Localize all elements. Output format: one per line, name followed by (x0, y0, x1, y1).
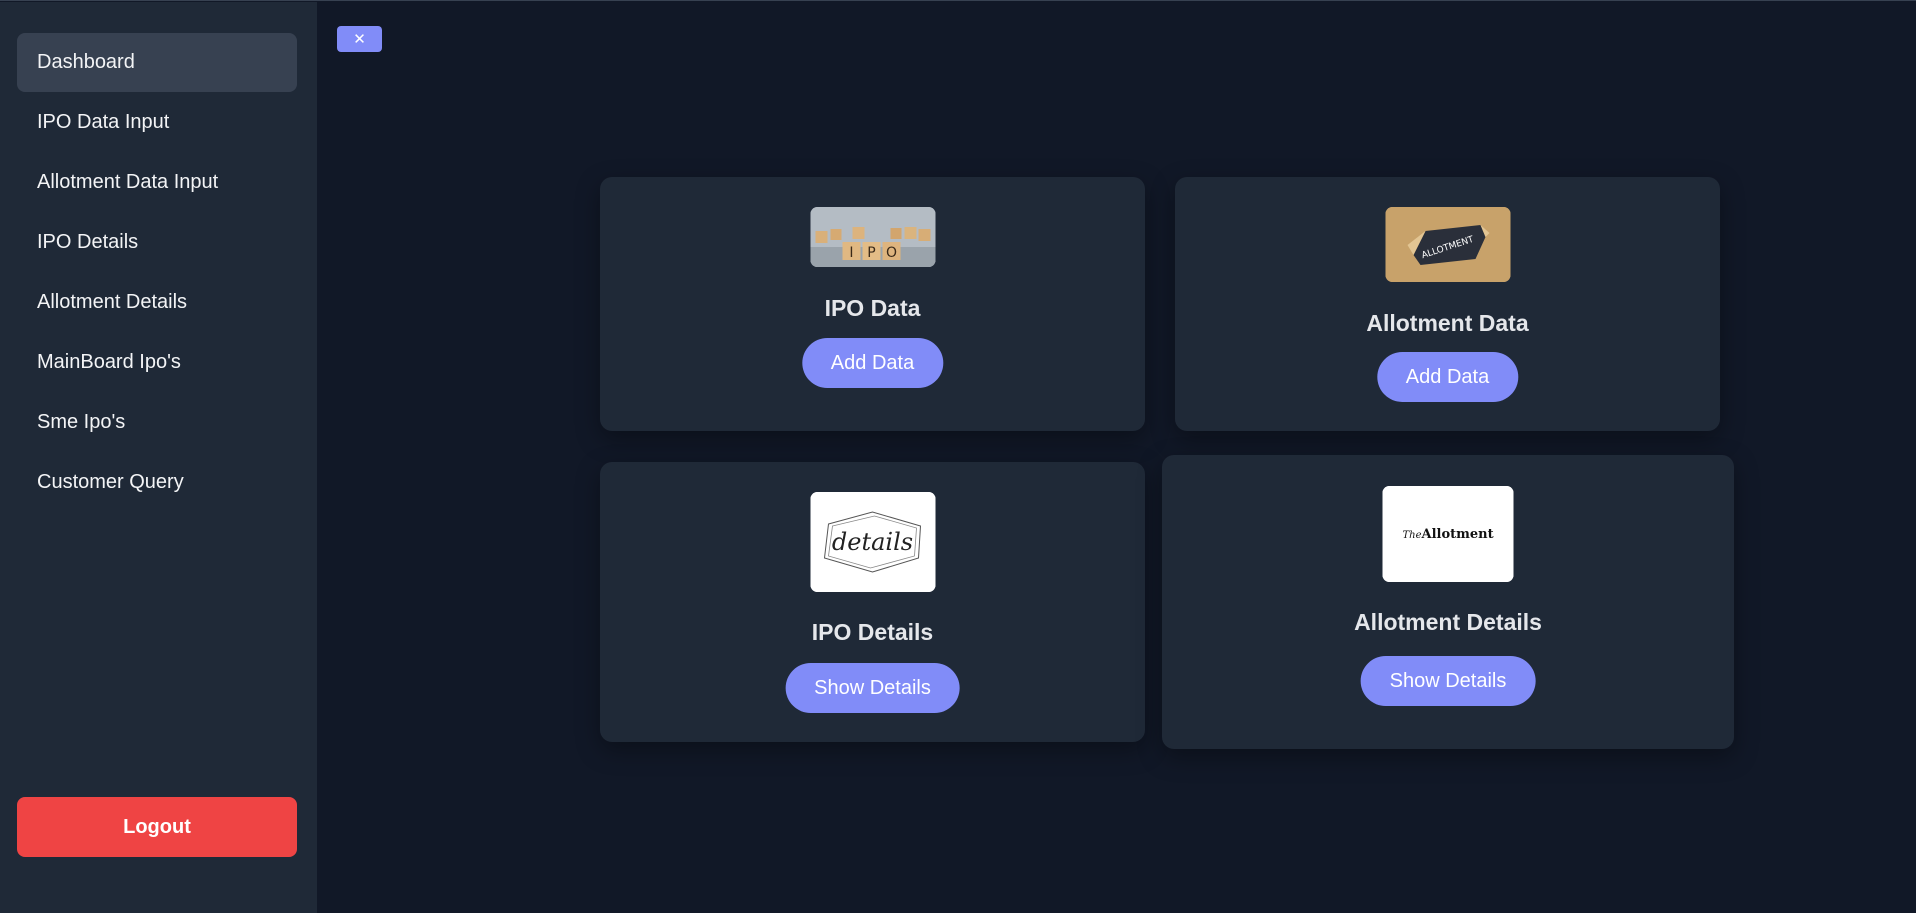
card-title: Allotment Data (1366, 310, 1529, 336)
show-ipo-details-button[interactable]: Show Details (785, 663, 960, 713)
sidebar-item-ipo-data-input[interactable]: IPO Data Input (17, 93, 297, 152)
ipo-blocks-image: I P O (810, 207, 935, 267)
details-script-image: details (810, 492, 935, 592)
svg-text:P: P (867, 245, 875, 261)
sidebar-item-allotment-details[interactable]: Allotment Details (17, 273, 297, 332)
svg-text:I: I (849, 245, 853, 261)
allotment-details-card: The Allotment Allotment Details Show Det… (1162, 455, 1734, 749)
sidebar-item-label: Dashboard (37, 51, 135, 73)
svg-text:The: The (1403, 530, 1422, 541)
ipo-details-card: details IPO Details Show Details (600, 462, 1145, 742)
sidebar-item-ipo-details[interactable]: IPO Details (17, 213, 297, 272)
svg-text:O: O (885, 245, 896, 261)
allotment-paper-image: ALLOTMENT (1385, 207, 1510, 282)
sidebar-item-allotment-data-input[interactable]: Allotment Data Input (17, 153, 297, 212)
logout-button[interactable]: Logout (17, 797, 297, 857)
the-allotment-logo-image: The Allotment (1382, 486, 1514, 582)
allotment-data-card: ALLOTMENT Allotment Data Add Data (1175, 177, 1720, 431)
add-allotment-data-button[interactable]: Add Data (1376, 352, 1519, 402)
sidebar-item-label: Customer Query (37, 471, 184, 493)
sidebar-item-sme-ipos[interactable]: Sme Ipo's (17, 393, 297, 452)
sidebar-item-customer-query[interactable]: Customer Query (17, 453, 297, 512)
svg-text:details: details (831, 528, 912, 556)
svg-text:Allotment: Allotment (1421, 527, 1494, 542)
sidebar-item-label: IPO Data Input (37, 111, 170, 133)
card-title: IPO Details (811, 619, 934, 645)
show-allotment-details-button[interactable]: Show Details (1360, 656, 1536, 706)
close-icon: ✕ (353, 30, 366, 48)
sidebar-item-label: Sme Ipo's (37, 411, 126, 433)
sidebar-item-label: IPO Details (37, 231, 139, 253)
sidebar-item-dashboard[interactable]: Dashboard (17, 33, 297, 92)
card-title: IPO Data (824, 295, 921, 321)
add-ipo-data-button[interactable]: Add Data (801, 338, 944, 388)
close-sidebar-button[interactable]: ✕ (337, 26, 382, 52)
sidebar: Dashboard IPO Data Input Allotment Data … (0, 2, 317, 913)
sidebar-item-label: MainBoard Ipo's (37, 351, 181, 373)
sidebar-item-label: Allotment Details (37, 291, 188, 313)
card-title: Allotment Details (1354, 609, 1542, 635)
sidebar-item-label: Allotment Data Input (37, 171, 219, 193)
ipo-data-card: I P O IPO Data Add Data (600, 177, 1145, 431)
sidebar-item-mainboard-ipos[interactable]: MainBoard Ipo's (17, 333, 297, 392)
